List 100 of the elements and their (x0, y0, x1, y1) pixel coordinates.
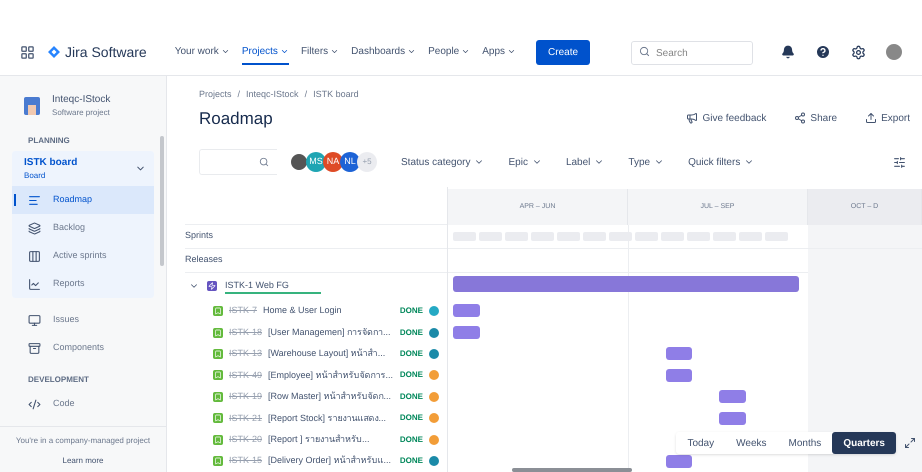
timeline-bar[interactable] (666, 368, 692, 382)
zoom-tab[interactable]: Today (676, 432, 726, 454)
backlog-icon (28, 222, 41, 234)
zoom-tab[interactable]: Weeks (725, 432, 778, 454)
status-label: DONE (400, 434, 423, 446)
nav-menu[interactable]: Projects (242, 40, 289, 65)
project-type: Software project (52, 107, 110, 119)
story-icon (213, 328, 223, 338)
story-icon (213, 413, 223, 424)
breadcrumb-link[interactable]: Inteqc-IStock (246, 88, 299, 102)
share-icon (794, 112, 806, 124)
story-icon (213, 434, 223, 445)
search-icon (639, 46, 650, 56)
row-header: Releases (185, 253, 223, 266)
nav-menu[interactable]: Your work (174, 40, 230, 65)
action-button[interactable]: Share (794, 110, 838, 126)
sidebar-item[interactable]: Backlog (12, 214, 154, 242)
issue-title[interactable]: [Report ] รายงานสำหรับ... (268, 433, 394, 447)
sidebar-item[interactable]: Code (12, 390, 154, 418)
sidebar-item[interactable]: Active sprints (12, 242, 154, 270)
project-name[interactable]: Inteqc-IStock (52, 92, 110, 107)
megaphone-icon (686, 112, 698, 124)
learn-more-link[interactable]: Learn more (62, 455, 104, 467)
timeline-bar[interactable] (453, 304, 480, 318)
status-label: DONE (400, 305, 423, 318)
story-icon (213, 370, 223, 380)
monitor-icon (28, 314, 41, 326)
issue-title[interactable]: [Delivery Order] หน้าสำหรับแ... (268, 454, 394, 468)
filter-dropdown[interactable]: Status category (401, 154, 484, 170)
search-icon (259, 157, 269, 167)
fullscreen-icon[interactable] (904, 437, 916, 449)
filter-dropdown[interactable]: Quick filters (688, 154, 754, 170)
timeline-bar[interactable] (719, 412, 746, 425)
help-icon[interactable] (815, 44, 831, 60)
story-icon (213, 456, 223, 466)
epic-icon (207, 281, 217, 292)
story-icon (213, 392, 223, 402)
sidebar-item[interactable]: Components (12, 334, 154, 362)
timeline-bar[interactable] (666, 347, 692, 360)
issue-title[interactable]: [User Managemen] การจัดกา... (268, 326, 394, 340)
sidebar-item[interactable]: Roadmap (12, 186, 154, 214)
product-name: Jira Software (65, 42, 147, 62)
sidebar-item[interactable]: Issues (12, 306, 154, 334)
avatar[interactable] (289, 152, 309, 172)
avatar[interactable]: NL (340, 152, 360, 172)
timeline-bar[interactable] (719, 390, 746, 404)
timeline-bar[interactable] (453, 276, 799, 292)
search-field[interactable] (199, 149, 277, 175)
code-icon (28, 398, 41, 410)
roadmap-icon (28, 194, 41, 206)
footer-text: You're in a company-managed project (16, 435, 150, 447)
nav-menu[interactable]: Filters (300, 40, 340, 65)
timeline-bar[interactable] (453, 326, 480, 339)
status-label: DONE (400, 369, 423, 382)
filter-dropdown[interactable]: Epic (508, 154, 542, 170)
epic-title[interactable]: ISTK-1 Web FG (225, 278, 321, 294)
nav-menu[interactable]: Dashboards (351, 40, 416, 65)
sidebar-item[interactable]: Reports (12, 270, 154, 298)
issue-title[interactable]: [Report Stock] รายงานแสดง... (268, 412, 394, 426)
nav-menu[interactable]: Apps (482, 40, 516, 65)
status-label: DONE (400, 390, 423, 403)
board-selector[interactable]: ISTK board Board (12, 151, 154, 186)
filter-dropdown[interactable]: Type (628, 154, 664, 170)
notifications-icon[interactable] (781, 45, 795, 60)
timeline-bar[interactable] (666, 454, 692, 468)
create-button[interactable]: Create (536, 40, 590, 65)
columns-icon (28, 250, 41, 262)
breadcrumb-link[interactable]: ISTK board (313, 88, 359, 102)
nav-menu[interactable]: People (428, 40, 470, 65)
filter-dropdown[interactable]: Label (566, 154, 604, 170)
action-button[interactable]: Give feedback (686, 110, 766, 126)
search-field[interactable]: Search (631, 41, 753, 65)
issue-title[interactable]: [Warehouse Layout] หน้าสำ... (268, 347, 394, 361)
box-icon (28, 342, 41, 354)
page-title: Roadmap (199, 108, 273, 130)
status-label: DONE (400, 326, 423, 338)
avatar[interactable]: NA (323, 152, 343, 172)
app-switcher-icon[interactable] (20, 44, 35, 60)
issue-title[interactable]: Home & User Login (263, 304, 394, 318)
breadcrumb-separator: / (236, 88, 242, 101)
row-header: Sprints (185, 229, 214, 242)
status-label: DONE (400, 412, 423, 424)
zoom-tab[interactable]: Quarters (832, 432, 896, 454)
issue-title[interactable]: [Employee] หน้าสำหรับจัดการ... (268, 368, 394, 382)
avatar[interactable] (886, 44, 902, 60)
zoom-tab[interactable]: Months (778, 432, 832, 454)
story-icon (213, 306, 223, 316)
issue-title[interactable]: [Row Master] หน้าสำหรับจัดก... (268, 390, 394, 404)
section-heading: DEVELOPMENT (27, 374, 90, 386)
settings-icon[interactable] (851, 44, 866, 60)
status-label: DONE (400, 348, 423, 360)
status-label: DONE (400, 455, 423, 468)
story-icon (213, 348, 223, 359)
chart-icon (28, 278, 41, 290)
logo-icon (47, 45, 61, 60)
view-settings-icon[interactable] (893, 156, 906, 168)
section-heading: PLANNING (27, 135, 71, 147)
project-avatar (24, 96, 40, 114)
action-button[interactable]: Export (865, 110, 910, 126)
breadcrumb-link[interactable]: Projects (199, 88, 232, 102)
